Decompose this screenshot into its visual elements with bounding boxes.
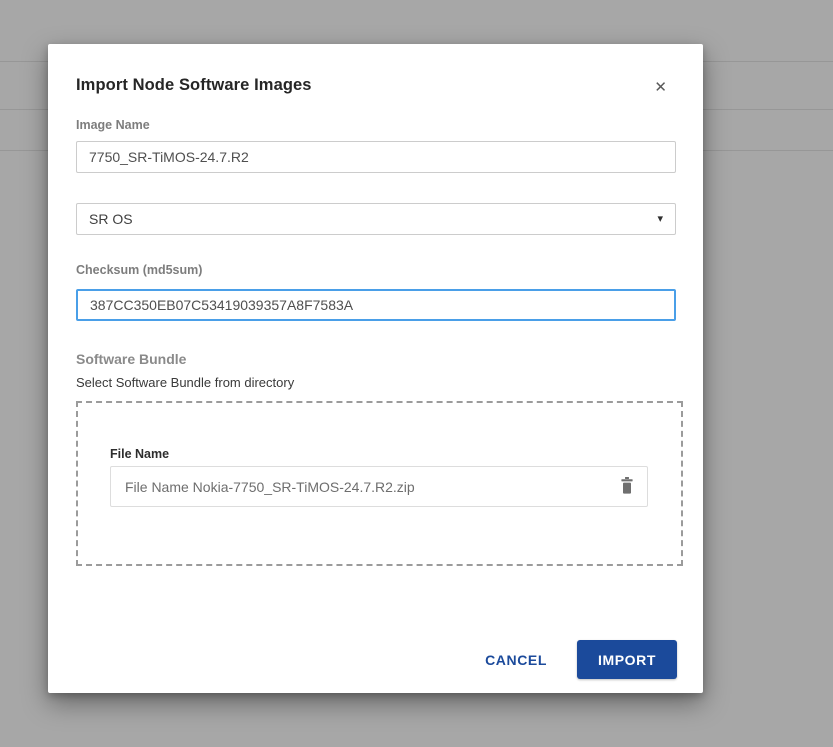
import-node-software-images-dialog: Import Node Software Images ✕ Image Name… bbox=[48, 44, 703, 693]
trash-icon bbox=[620, 477, 634, 497]
image-name-input[interactable] bbox=[76, 141, 676, 173]
software-bundle-dropzone: File Name File Name Nokia-7750_SR-TiMOS-… bbox=[76, 401, 683, 566]
checksum-label: Checksum (md5sum) bbox=[76, 263, 683, 278]
software-bundle-description: Select Software Bundle from directory bbox=[76, 375, 683, 391]
delete-file-button[interactable] bbox=[620, 477, 634, 497]
dialog-title: Import Node Software Images bbox=[76, 76, 312, 95]
selected-file-name: File Name Nokia-7750_SR-TiMOS-24.7.R2.zi… bbox=[125, 479, 415, 495]
os-type-selected-value: SR OS bbox=[89, 211, 133, 227]
selected-file-row: File Name Nokia-7750_SR-TiMOS-24.7.R2.zi… bbox=[110, 466, 648, 507]
file-name-label: File Name bbox=[110, 447, 648, 461]
image-name-label: Image Name bbox=[76, 118, 683, 133]
cancel-button[interactable]: CANCEL bbox=[485, 652, 547, 668]
import-button[interactable]: IMPORT bbox=[577, 640, 677, 679]
os-type-select[interactable]: SR OS ▾ bbox=[76, 203, 676, 235]
chevron-down-icon: ▾ bbox=[657, 214, 663, 225]
close-icon[interactable]: ✕ bbox=[652, 78, 669, 97]
software-bundle-heading: Software Bundle bbox=[76, 351, 683, 368]
checksum-input[interactable] bbox=[76, 289, 676, 321]
dialog-header: Import Node Software Images ✕ bbox=[76, 44, 683, 97]
dialog-footer: CANCEL IMPORT bbox=[76, 640, 683, 679]
